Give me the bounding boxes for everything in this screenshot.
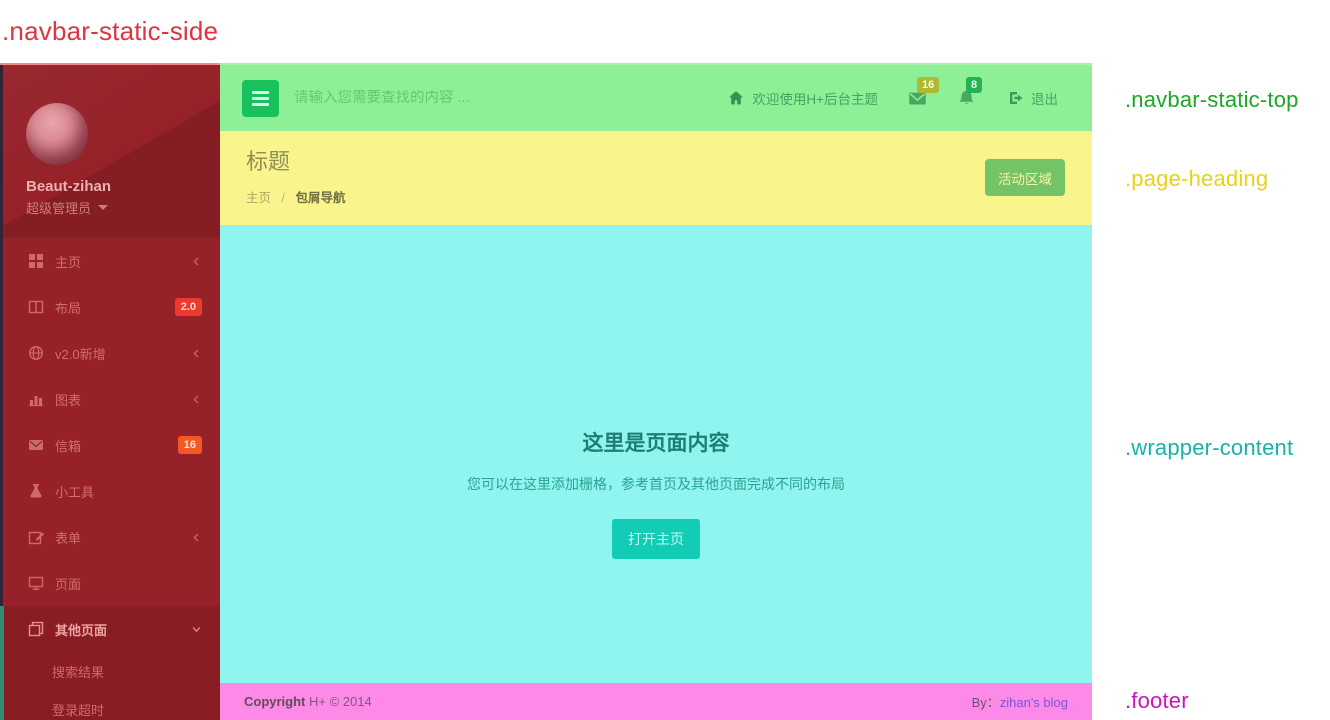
sidebar-subitem-label: 搜索结果 <box>52 664 105 680</box>
chevron-left-icon <box>191 348 202 359</box>
sidebar-item-charts[interactable]: 图表 <box>3 376 220 422</box>
sign-out-icon <box>1008 90 1024 106</box>
columns-icon <box>28 299 44 315</box>
annotation-page-heading: .page-heading <box>1125 166 1269 191</box>
sidebar-item-label: 布局 <box>55 300 82 316</box>
user-name: Beaut-zihan <box>26 178 112 195</box>
hamburger-icon <box>252 90 269 94</box>
sidebar-item-label: 页面 <box>55 576 82 592</box>
annotation-navbar-static-top: .navbar-static-top <box>1125 87 1299 112</box>
sidebar-item-label: 表单 <box>55 530 82 546</box>
edit-icon <box>28 529 44 545</box>
breadcrumb: 主页 / 包屑导航 <box>246 187 345 206</box>
sidebar-subitem-search-results[interactable]: 搜索结果 <box>4 652 220 690</box>
desktop-icon <box>28 575 44 591</box>
sidebar-subitem-label: 登录超时 <box>52 702 105 718</box>
sidebar-item-other-pages[interactable]: 其他页面 <box>4 606 220 652</box>
mail-count-badge: 16 <box>177 436 202 454</box>
content-title: 这里是页面内容 <box>582 432 730 455</box>
sidebar: Beaut-zihan 超级管理员 主页 布局 2.0 v2.0新增 图表 信箱… <box>0 65 220 720</box>
profile-panel: Beaut-zihan 超级管理员 <box>3 65 220 238</box>
open-home-button[interactable]: 打开主页 <box>612 519 700 559</box>
sidebar-item-mailbox[interactable]: 信箱 16 <box>3 422 220 468</box>
breadcrumb-active: 包屑导航 <box>295 191 346 205</box>
sidebar-item-home[interactable]: 主页 <box>3 238 220 284</box>
sidebar-item-label: 图表 <box>55 392 82 408</box>
search-input[interactable] <box>294 90 614 106</box>
home-icon <box>728 90 744 106</box>
globe-icon <box>28 345 44 361</box>
chevron-left-icon <box>191 532 202 543</box>
footer-by: By：zihan's blog <box>972 692 1068 711</box>
screen: .navbar-static-side .navbar-static-top .… <box>0 0 1330 720</box>
sidebar-item-label: v2.0新增 <box>55 346 106 362</box>
notifications-button[interactable]: 8 <box>957 76 983 108</box>
sidebar-nav: 主页 布局 2.0 v2.0新增 图表 信箱 16 小工具 表单 页面 其他页面… <box>0 238 220 720</box>
author-blog-link[interactable]: zihan's blog <box>1000 695 1068 710</box>
sidebar-item-pages[interactable]: 页面 <box>3 560 220 606</box>
bar-chart-icon <box>28 391 44 407</box>
sidebar-item-layouts[interactable]: 布局 2.0 <box>3 284 220 330</box>
sidebar-active-section: 其他页面 搜索结果 登录超时 <box>0 606 220 720</box>
mail-dropdown-button[interactable]: 16 <box>908 76 940 108</box>
envelope-icon <box>28 437 44 453</box>
sidebar-item-label: 小工具 <box>55 484 95 500</box>
sidebar-item-v2-new[interactable]: v2.0新增 <box>3 330 220 376</box>
grid-icon <box>28 253 44 269</box>
by-label: By： <box>971 695 1000 710</box>
chevron-left-icon <box>191 394 202 405</box>
user-role-label: 超级管理员 <box>26 201 92 216</box>
copyright-bold: Copyright <box>244 694 306 709</box>
action-area-button[interactable]: 活动区域 <box>985 159 1065 196</box>
sidebar-item-forms[interactable]: 表单 <box>3 514 220 560</box>
wrapper-content: 这里是页面内容 您可以在这里添加栅格，参考首页及其他页面完成不同的布局 打开主页 <box>220 225 1092 683</box>
sidebar-item-label: 其他页面 <box>55 622 108 638</box>
sidebar-item-label: 主页 <box>55 254 82 270</box>
annotation-navbar-static-side: .navbar-static-side <box>2 16 219 46</box>
flask-icon <box>28 483 44 499</box>
annotation-footer: .footer <box>1125 688 1189 713</box>
chevron-left-icon <box>191 256 202 267</box>
welcome-message: 欢迎使用H+后台主题 <box>728 88 878 108</box>
sidebar-subitem-login-timeout[interactable]: 登录超时 <box>4 690 220 720</box>
sidebar-item-widgets[interactable]: 小工具 <box>3 468 220 514</box>
footer: Copyright H+ © 2014 By：zihan's blog <box>220 683 1092 720</box>
top-navbar: 欢迎使用H+后台主题 16 8 退出 <box>220 65 1092 131</box>
page-title: 标题 <box>246 149 291 174</box>
copyright-rest: H+ © 2014 <box>305 694 372 709</box>
logout-button[interactable]: 退出 <box>1008 88 1058 108</box>
caret-down-icon <box>98 205 109 210</box>
mail-count-badge: 16 <box>917 76 940 93</box>
avatar[interactable] <box>26 103 88 165</box>
chevron-down-icon <box>191 624 202 635</box>
user-role-dropdown[interactable]: 超级管理员 <box>26 198 220 217</box>
annotation-wrapper-content: .wrapper-content <box>1125 435 1294 460</box>
version-badge: 2.0 <box>174 298 202 316</box>
breadcrumb-separator: / <box>281 191 285 205</box>
content-subtitle: 您可以在这里添加栅格，参考首页及其他页面完成不同的布局 <box>467 476 845 492</box>
page-heading: 标题 主页 / 包屑导航 活动区域 <box>220 131 1092 225</box>
notification-count-badge: 8 <box>966 76 983 93</box>
sidebar-item-label: 信箱 <box>55 438 82 454</box>
breadcrumb-home-link[interactable]: 主页 <box>246 191 271 205</box>
welcome-text: 欢迎使用H+后台主题 <box>752 92 878 107</box>
copy-icon <box>28 621 44 637</box>
copyright-text: Copyright H+ © 2014 <box>244 694 372 709</box>
navbar-right-group: 欢迎使用H+后台主题 16 8 退出 <box>728 76 1058 108</box>
logout-label: 退出 <box>1031 92 1058 107</box>
sidebar-toggle-button[interactable] <box>242 79 279 117</box>
